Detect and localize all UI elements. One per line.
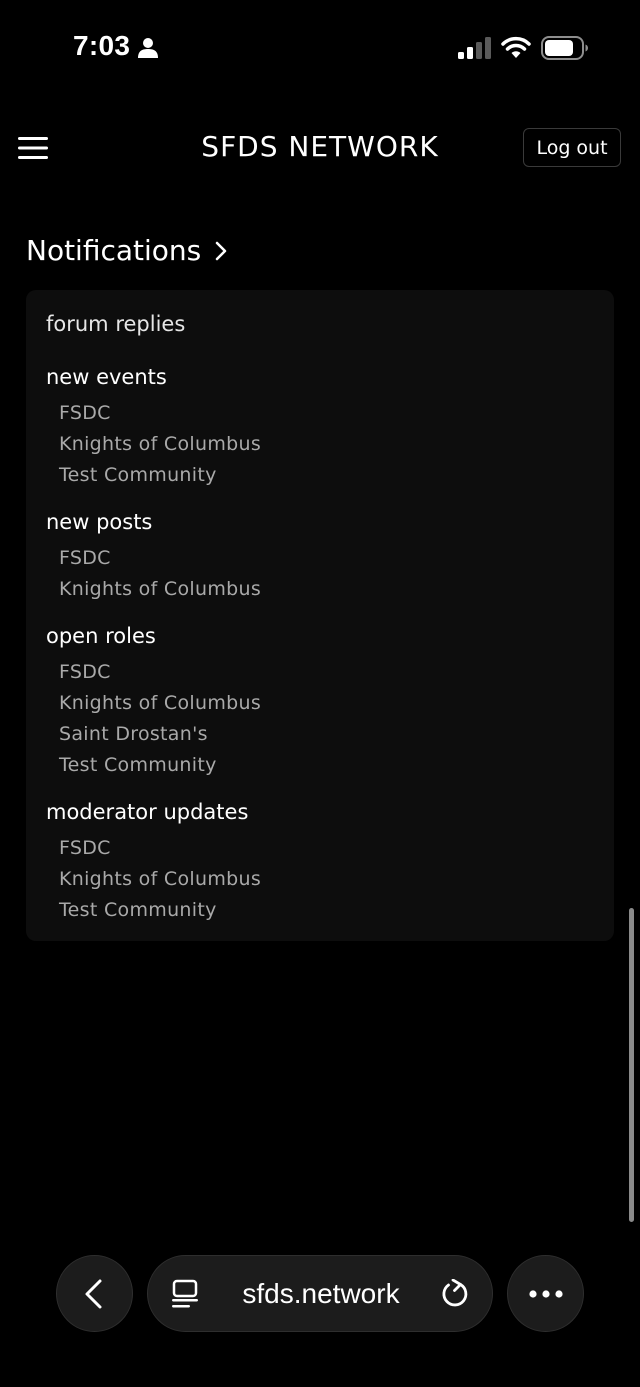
scroll-indicator[interactable] [629, 908, 634, 1222]
more-icon [529, 1290, 563, 1298]
reload-icon[interactable] [440, 1279, 470, 1309]
list-item[interactable]: Test Community [59, 750, 261, 781]
section-open-roles: open roles FSDC Knights of Columbus Sain… [46, 622, 261, 781]
back-icon [85, 1279, 102, 1309]
notifications-card: forum replies new events FSDC Knights of… [26, 290, 614, 941]
section-title: new events [46, 365, 167, 389]
section-new-events: new events FSDC Knights of Columbus Test… [46, 363, 261, 491]
list-item[interactable]: Knights of Columbus [59, 864, 261, 895]
list-item[interactable]: FSDC [59, 657, 261, 688]
battery-icon [541, 36, 588, 60]
list-item[interactable]: FSDC [59, 833, 261, 864]
notifications-heading-link[interactable]: Notifications [26, 234, 229, 267]
list-item[interactable]: FSDC [59, 398, 261, 429]
wifi-icon [501, 36, 531, 58]
person-icon [138, 38, 158, 58]
address-bar[interactable]: sfds.network [147, 1255, 493, 1332]
section-title: open roles [46, 624, 156, 648]
app-header: SFDS NETWORK Log out [0, 112, 640, 184]
section-title: new posts [46, 510, 153, 534]
list-item[interactable]: Test Community [59, 460, 261, 491]
list-item[interactable]: Knights of Columbus [59, 429, 261, 460]
back-button[interactable] [56, 1255, 133, 1332]
list-item[interactable]: FSDC [59, 543, 261, 574]
more-button[interactable] [507, 1255, 584, 1332]
list-item[interactable]: Knights of Columbus [59, 574, 261, 605]
forum-replies-label[interactable]: forum replies [46, 312, 185, 336]
signal-icon [458, 37, 491, 59]
section-title: moderator updates [46, 800, 249, 824]
status-bar: 7:03 [0, 0, 640, 96]
list-item[interactable]: Saint Drostan's [59, 719, 261, 750]
section-new-posts: new posts FSDC Knights of Columbus [46, 508, 261, 605]
section-moderator-updates: moderator updates FSDC Knights of Columb… [46, 798, 261, 926]
list-item[interactable]: Knights of Columbus [59, 688, 261, 719]
chevron-right-icon [216, 241, 227, 260]
notifications-heading: Notifications [26, 234, 202, 267]
logout-button[interactable]: Log out [523, 128, 621, 167]
status-time: 7:03 [73, 30, 131, 61]
list-item[interactable]: Test Community [59, 895, 261, 926]
